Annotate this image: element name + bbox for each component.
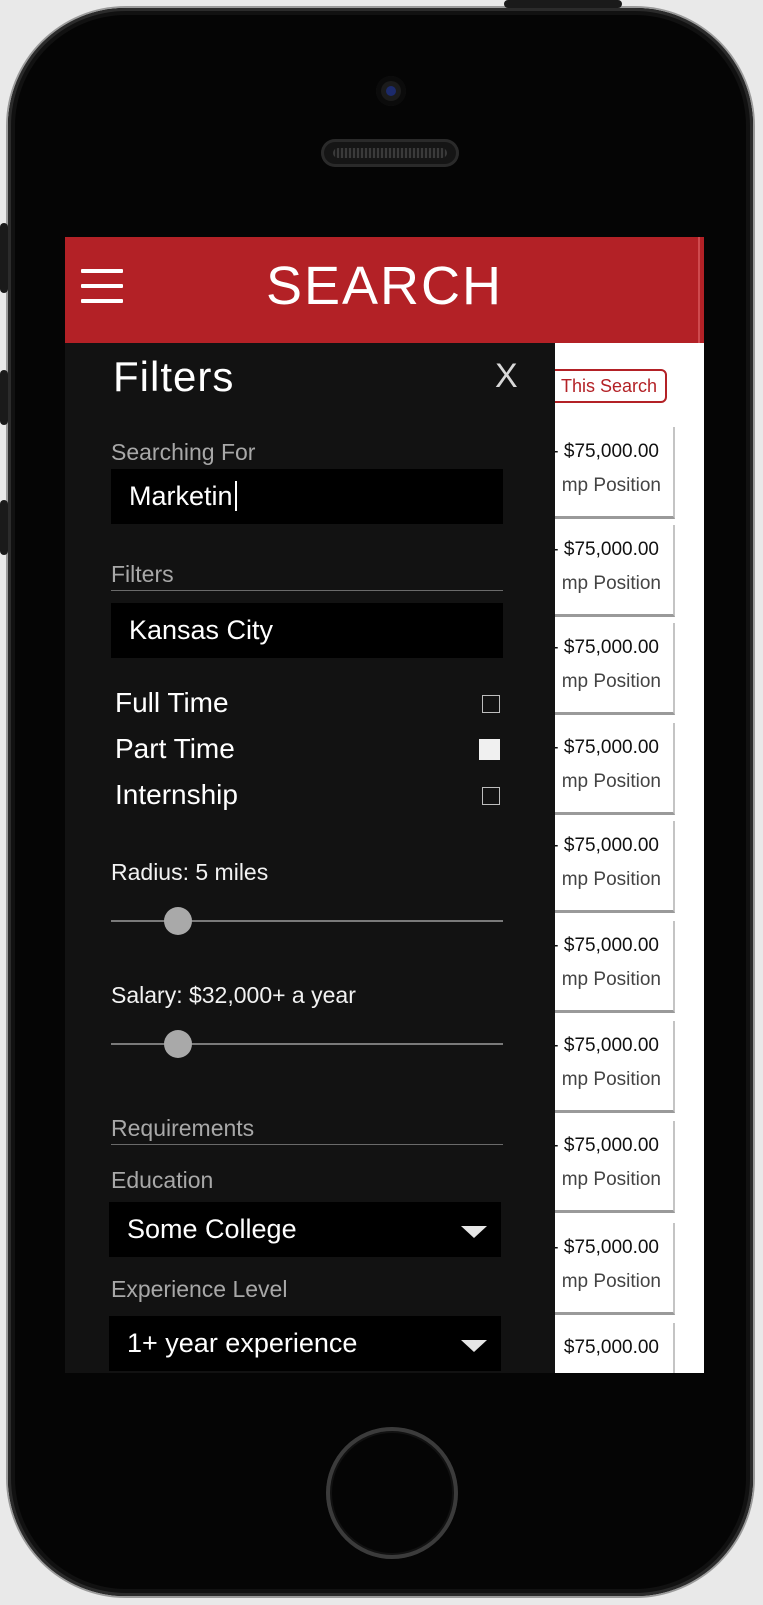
job-card-position: mp Position bbox=[561, 1169, 661, 1190]
job-card-position: mp Position bbox=[561, 1271, 661, 1292]
job-card-salary: - $75,000.00 bbox=[555, 737, 659, 758]
job-card[interactable]: $75,000.00 bbox=[555, 1323, 675, 1373]
job-card-salary: - $75,000.00 bbox=[555, 1035, 659, 1056]
chevron-down-icon bbox=[461, 1226, 487, 1238]
save-search-button[interactable]: This Search bbox=[555, 369, 667, 403]
filters-divider bbox=[111, 590, 503, 591]
job-type-checkbox[interactable] bbox=[482, 787, 500, 805]
job-card-salary: - $75,000.00 bbox=[555, 539, 659, 560]
searching-for-label: Searching For bbox=[111, 439, 256, 465]
job-card[interactable]: - $75,000.00 mp Position bbox=[555, 821, 675, 913]
job-card-position: mp Position bbox=[561, 1069, 661, 1090]
job-card[interactable]: - $75,000.00 mp Position bbox=[555, 525, 675, 617]
experience-label: Experience Level bbox=[111, 1276, 288, 1302]
requirements-divider bbox=[111, 1144, 503, 1145]
requirements-label: Requirements bbox=[111, 1115, 255, 1141]
front-camera bbox=[376, 76, 406, 106]
search-input[interactable]: Marketin bbox=[111, 469, 503, 524]
job-card[interactable]: - $75,000.00 mp Position bbox=[555, 921, 675, 1013]
experience-select[interactable]: 1+ year experience bbox=[109, 1316, 501, 1371]
search-input-value: Marketin bbox=[129, 481, 233, 511]
app-header: SEARCH bbox=[65, 237, 704, 343]
job-card[interactable]: - $75,000.00 mp Position bbox=[555, 1121, 675, 1213]
radius-label: Radius: 5 miles bbox=[111, 859, 269, 885]
filters-section-label: Filters bbox=[111, 561, 174, 587]
job-type-option[interactable]: Part Time bbox=[113, 733, 503, 773]
job-type-checkbox[interactable] bbox=[479, 739, 500, 760]
job-card-position: mp Position bbox=[561, 969, 661, 990]
job-type-label: Part Time bbox=[115, 733, 235, 764]
drawer-title: Filters bbox=[113, 353, 235, 400]
job-card-position: mp Position bbox=[561, 671, 661, 692]
salary-slider-thumb[interactable] bbox=[164, 1030, 192, 1058]
job-card-position: mp Position bbox=[561, 869, 661, 890]
job-card-position: mp Position bbox=[561, 475, 661, 496]
job-card[interactable]: - $75,000.00 mp Position bbox=[555, 723, 675, 815]
power-button bbox=[504, 0, 622, 8]
salary-slider[interactable] bbox=[111, 1029, 503, 1059]
app-screen: SEARCH This Search - $75,000.00 mp Positi… bbox=[65, 237, 704, 1373]
filters-drawer: Filters X Searching For Marketin Filters… bbox=[65, 343, 555, 1373]
chevron-down-icon bbox=[461, 1340, 487, 1352]
job-card-salary: - $75,000.00 bbox=[555, 1135, 659, 1156]
results-list: This Search - $75,000.00 mp Position - $75… bbox=[555, 343, 704, 1373]
earpiece-speaker bbox=[321, 139, 459, 167]
job-card-position: mp Position bbox=[561, 573, 661, 594]
job-card-salary: - $75,000.00 bbox=[555, 935, 659, 956]
job-card[interactable]: - $75,000.00 mp Position bbox=[555, 623, 675, 715]
close-button[interactable]: X bbox=[495, 357, 518, 396]
job-card-salary: - $75,000.00 bbox=[555, 441, 659, 462]
job-card-salary: - $75,000.00 bbox=[555, 637, 659, 658]
experience-select-value: 1+ year experience bbox=[127, 1328, 358, 1358]
location-input[interactable]: Kansas City bbox=[111, 603, 503, 658]
job-card[interactable]: - $75,000.00 mp Position bbox=[555, 427, 675, 519]
radius-slider[interactable] bbox=[111, 906, 503, 936]
salary-label: Salary: $32,000+ a year bbox=[111, 982, 356, 1008]
job-type-checkbox[interactable] bbox=[482, 695, 500, 713]
job-type-option[interactable]: Internship bbox=[113, 779, 503, 819]
job-card-salary: $75,000.00 bbox=[563, 1337, 659, 1358]
job-card-position: mp Position bbox=[561, 771, 661, 792]
volume-up-button bbox=[0, 370, 8, 425]
home-button[interactable] bbox=[326, 1427, 458, 1559]
job-card-salary: - $75,000.00 bbox=[555, 835, 659, 856]
job-type-label: Full Time bbox=[115, 687, 229, 718]
volume-down-button bbox=[0, 500, 8, 555]
job-card[interactable]: - $75,000.00 mp Position bbox=[555, 1223, 675, 1315]
job-card[interactable]: - $75,000.00 mp Position bbox=[555, 1021, 675, 1113]
radius-slider-thumb[interactable] bbox=[164, 907, 192, 935]
job-type-label: Internship bbox=[115, 779, 238, 810]
job-card-salary: - $75,000.00 bbox=[555, 1237, 659, 1258]
mute-switch bbox=[0, 223, 8, 293]
education-label: Education bbox=[111, 1167, 214, 1193]
text-caret bbox=[234, 480, 237, 511]
page-title: SEARCH bbox=[265, 256, 504, 316]
job-type-option[interactable]: Full Time bbox=[113, 687, 503, 727]
education-select[interactable]: Some College bbox=[109, 1202, 501, 1257]
education-select-value: Some College bbox=[127, 1214, 297, 1244]
